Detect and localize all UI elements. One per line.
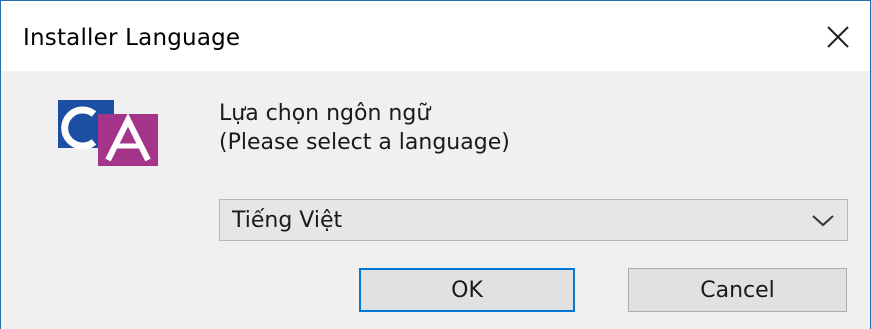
installer-language-dialog: Installer Language Lựa chọn ngôn ngữ (Pl…: [0, 0, 871, 329]
prompt-line-english: (Please select a language): [219, 130, 510, 155]
close-button[interactable]: [816, 15, 860, 59]
cancel-button[interactable]: Cancel: [628, 268, 847, 312]
close-icon: [827, 26, 849, 48]
language-select[interactable]: Tiếng Việt: [219, 199, 848, 241]
language-prompt: Lựa chọn ngôn ngữ (Please select a langu…: [219, 99, 510, 157]
prompt-line-vietnamese: Lựa chọn ngôn ngữ: [219, 101, 431, 126]
language-select-value: Tiếng Việt: [232, 208, 343, 233]
window-title: Installer Language: [23, 25, 241, 51]
ca-logo-icon: [58, 100, 158, 166]
chevron-down-icon: [812, 215, 834, 227]
title-bar[interactable]: Installer Language: [1, 1, 870, 71]
ok-button[interactable]: OK: [359, 268, 575, 312]
